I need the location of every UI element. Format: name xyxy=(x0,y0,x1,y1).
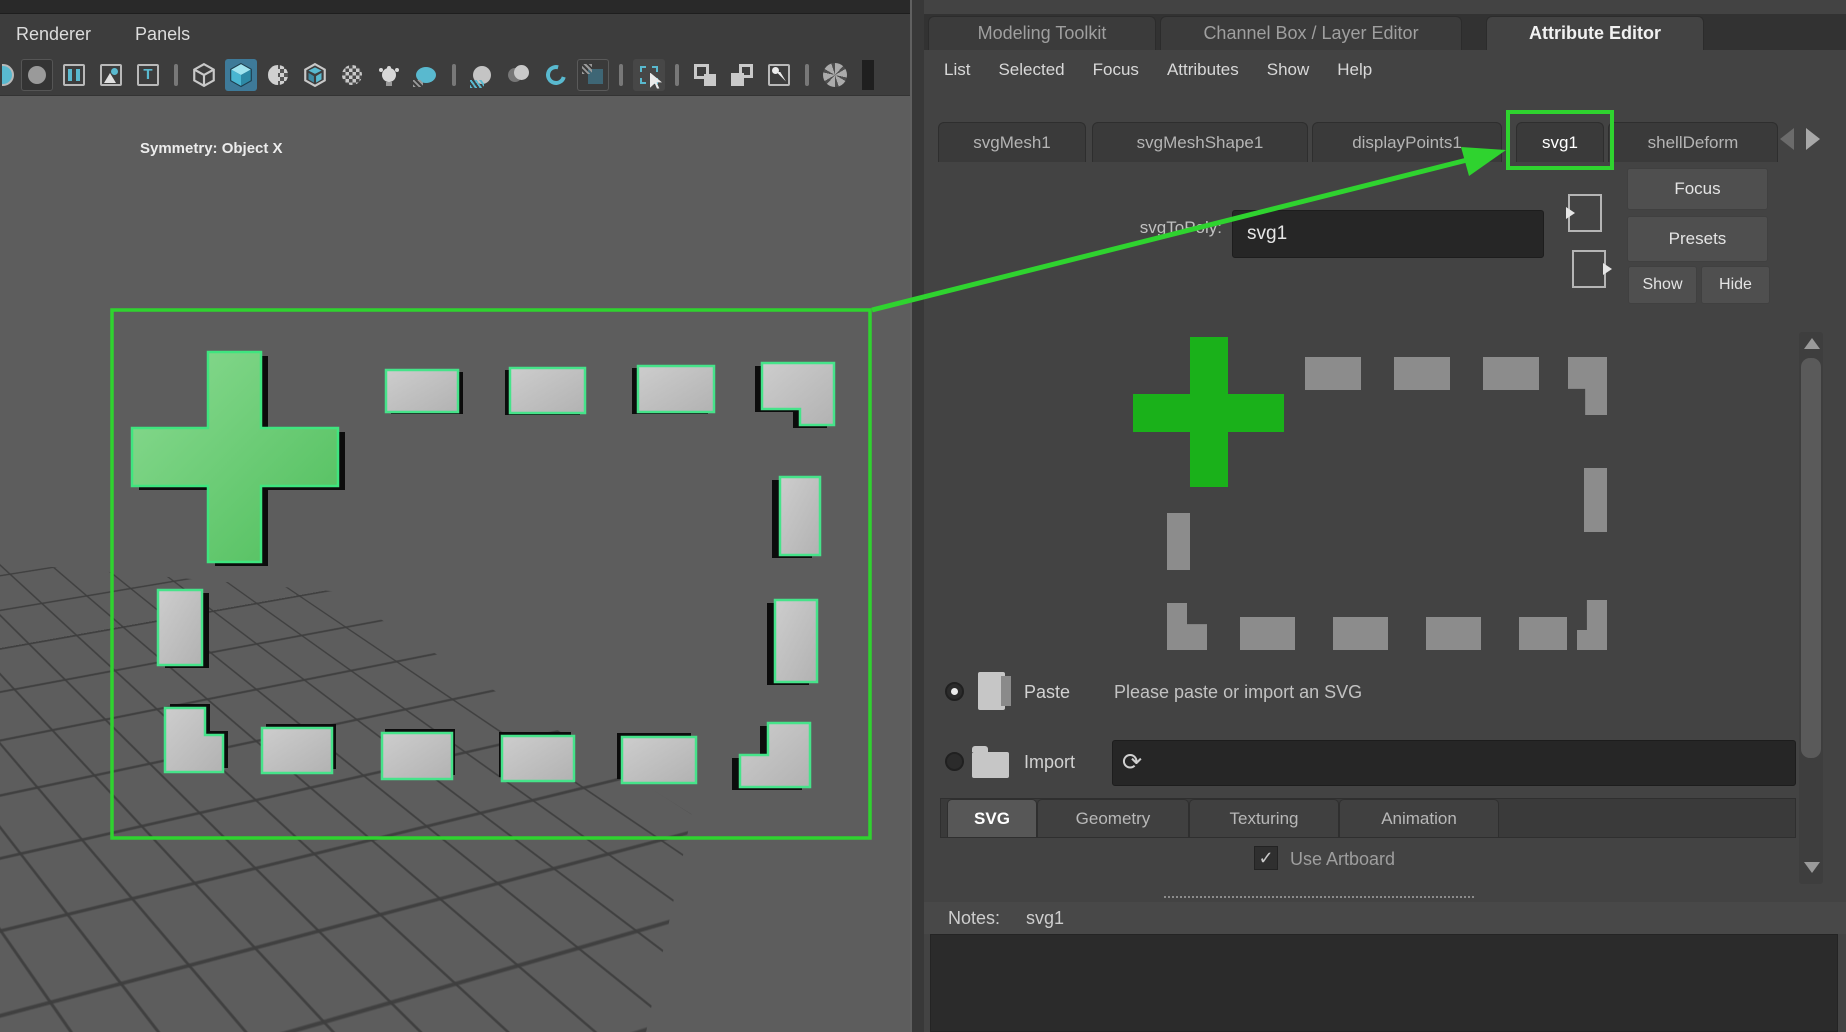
menu-attributes[interactable]: Attributes xyxy=(1167,60,1239,80)
preview-corner-tr xyxy=(1568,357,1607,415)
preview-dash xyxy=(1519,617,1567,650)
preview-plus-horizontal xyxy=(1133,394,1284,432)
use-artboard-checkbox[interactable]: ✓ xyxy=(1254,846,1278,870)
scrollbar-up-icon[interactable] xyxy=(1804,338,1820,349)
focus-button[interactable]: Focus xyxy=(1627,168,1768,210)
preview-dash xyxy=(1167,513,1190,570)
notes-node-name: svg1 xyxy=(1026,907,1065,928)
menu-list[interactable]: List xyxy=(944,60,970,80)
mesh-plus xyxy=(130,350,340,564)
viewport-pane[interactable]: Renderer Panels T Symmetry: Object X xyxy=(0,14,910,1032)
subtab-geometry[interactable]: Geometry xyxy=(1037,799,1189,837)
scrollbar-down-icon[interactable] xyxy=(1804,862,1820,873)
scrollbar-thumb[interactable] xyxy=(1801,358,1821,758)
node-name-label: svgToPoly: xyxy=(1139,218,1222,237)
notes-label: Notes: xyxy=(948,907,1001,928)
tab-attribute-editor[interactable]: Attribute Editor xyxy=(1486,16,1704,50)
attribute-editor-pane: Modeling Toolkit Channel Box / Layer Edi… xyxy=(924,0,1846,1032)
menu-show[interactable]: Show xyxy=(1267,60,1310,80)
preview-dash xyxy=(1333,617,1388,650)
preview-dash xyxy=(1584,468,1607,532)
subtab-strip: SVG Geometry Texturing Animation xyxy=(940,798,1796,838)
preview-corner-br xyxy=(1577,600,1607,650)
paste-hint: Please paste or import an SVG xyxy=(1114,682,1363,702)
annotation-highlight-box xyxy=(1506,110,1614,170)
import-path-input[interactable] xyxy=(1112,740,1796,786)
node-name-input[interactable] xyxy=(1232,210,1544,258)
import-label[interactable]: Import xyxy=(1024,752,1075,773)
subtab-svg[interactable]: SVG xyxy=(947,799,1037,837)
tab-modeling-toolkit[interactable]: Modeling Toolkit xyxy=(928,16,1156,50)
refresh-icon[interactable]: ⟳ xyxy=(1122,748,1142,777)
svg-mesh-geometry[interactable] xyxy=(0,14,910,1032)
section-separator xyxy=(1164,896,1474,898)
node-tabs-next-icon[interactable] xyxy=(1806,128,1820,150)
paste-radio[interactable] xyxy=(945,682,964,701)
tab-channel-box[interactable]: Channel Box / Layer Editor xyxy=(1160,16,1462,50)
node-tab-shelldeform[interactable]: shellDeform xyxy=(1608,122,1778,162)
input-connection-icon[interactable] xyxy=(1566,194,1602,232)
output-connection-icon[interactable] xyxy=(1572,250,1612,288)
preview-dash xyxy=(1483,357,1539,390)
menu-help[interactable]: Help xyxy=(1337,60,1372,80)
paste-label[interactable]: Paste xyxy=(1024,682,1070,703)
menu-selected[interactable]: Selected xyxy=(998,60,1064,80)
node-tab-displaypoints1[interactable]: displayPoints1 xyxy=(1312,122,1502,162)
preview-dash xyxy=(1305,357,1361,390)
attribute-editor-menubar: List Selected Focus Attributes Show Help xyxy=(924,50,1846,90)
pane-divider[interactable] xyxy=(910,0,924,1032)
notes-textarea[interactable] xyxy=(930,934,1838,1032)
paste-icon xyxy=(978,672,1011,710)
node-tabs-prev-icon[interactable] xyxy=(1780,128,1794,150)
node-tab-svgmesh1[interactable]: svgMesh1 xyxy=(938,122,1086,162)
node-tab-svgmeshshape1[interactable]: svgMeshShape1 xyxy=(1092,122,1308,162)
import-radio[interactable] xyxy=(945,752,964,771)
preview-dash xyxy=(1240,617,1295,650)
use-artboard-label: Use Artboard xyxy=(1290,849,1396,869)
menu-focus[interactable]: Focus xyxy=(1093,60,1139,80)
pane-tab-strip: Modeling Toolkit Channel Box / Layer Edi… xyxy=(924,14,1846,50)
mesh-front-faces[interactable] xyxy=(130,350,836,789)
hide-button[interactable]: Hide xyxy=(1701,266,1770,304)
maya-window: Renderer Panels T Symmetry: Object X Mod… xyxy=(0,0,1846,1032)
subtab-texturing[interactable]: Texturing xyxy=(1189,799,1339,837)
preview-corner-bl xyxy=(1167,603,1207,650)
presets-button[interactable]: Presets xyxy=(1627,216,1768,262)
preview-dash xyxy=(1426,617,1481,650)
preview-dash xyxy=(1394,357,1450,390)
import-folder-icon xyxy=(972,746,1009,778)
show-button[interactable]: Show xyxy=(1628,266,1697,304)
subtab-animation[interactable]: Animation xyxy=(1339,799,1499,837)
notes-header: Notes: svg1 xyxy=(924,902,1846,934)
